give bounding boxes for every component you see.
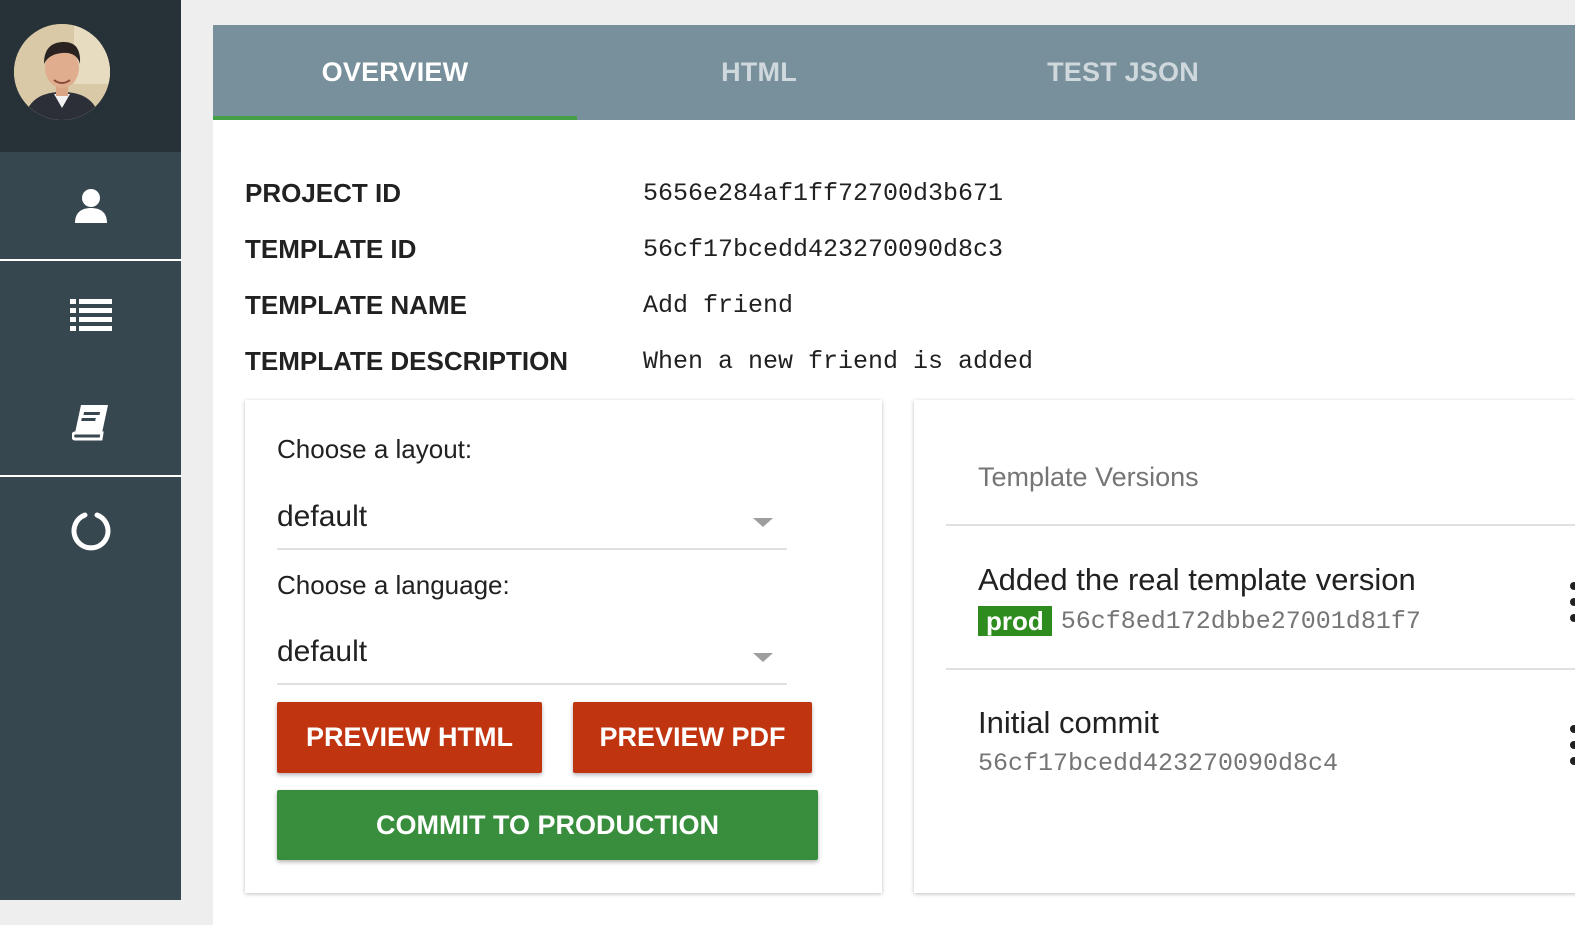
template-id-label: TEMPLATE ID <box>245 233 417 264</box>
preview-pdf-button[interactable]: PREVIEW PDF <box>573 702 812 773</box>
versions-panel: Template Versions Added the real templat… <box>914 400 1575 893</box>
template-description-value: When a new friend is added <box>643 346 1034 376</box>
template-name-value: Add friend <box>643 290 794 320</box>
tab-test-json[interactable]: TEST JSON <box>941 25 1305 120</box>
template-description-row: TEMPLATE DESCRIPTION When a new friend i… <box>245 333 1033 389</box>
versions-title: Template Versions <box>978 462 1199 492</box>
version-hash: 56cf17bcedd423270090d8c4 <box>978 749 1339 778</box>
version-meta: 56cf17bcedd423270090d8c4 <box>978 749 1338 778</box>
tab-html[interactable]: HTML <box>577 25 941 120</box>
sidebar <box>0 0 181 900</box>
chevron-down-icon <box>753 653 773 662</box>
template-description-label: TEMPLATE DESCRIPTION <box>245 345 569 376</box>
version-meta: prod 56cf8ed172dbbe27001d81f7 <box>978 606 1421 636</box>
more-vert-icon[interactable] <box>1564 725 1575 765</box>
version-title: Added the real template version <box>978 562 1416 597</box>
refresh-icon <box>71 512 110 550</box>
template-id-value: 56cf17bcedd423270090d8c3 <box>643 234 1004 264</box>
version-item[interactable]: Initial commit 56cf17bcedd423270090d8c4 <box>978 705 1338 778</box>
template-id-row: TEMPLATE ID 56cf17bcedd423270090d8c3 <box>245 221 1033 277</box>
version-title: Initial commit <box>978 705 1159 740</box>
chevron-down-icon <box>753 518 773 527</box>
tab-bar: OVERVIEW HTML TEST JSON <box>213 25 1575 120</box>
sidebar-item-list[interactable] <box>0 259 181 368</box>
project-id-value: 5656e284af1ff72700d3b671 <box>643 178 1004 208</box>
book-icon <box>71 404 108 440</box>
layout-select[interactable]: default <box>277 496 787 550</box>
template-name-label: TEMPLATE NAME <box>245 289 467 320</box>
avatar-photo <box>14 24 110 120</box>
tab-overview[interactable]: OVERVIEW <box>213 25 577 120</box>
version-hash: 56cf8ed172dbbe27001d81f7 <box>1060 606 1421 636</box>
layout-label: Choose a layout: <box>277 434 473 464</box>
avatar-area <box>0 0 181 152</box>
template-name-row: TEMPLATE NAME Add friend <box>245 277 1033 333</box>
version-item[interactable]: Added the real template version prod 56c… <box>978 562 1421 636</box>
project-id-row: PROJECT ID 5656e284af1ff72700d3b671 <box>245 165 1033 221</box>
user-icon <box>74 188 107 223</box>
divider <box>946 524 1575 526</box>
preview-panel: Choose a layout: default Choose a langua… <box>245 400 882 893</box>
language-select[interactable]: default <box>277 631 787 685</box>
language-label: Choose a language: <box>277 570 510 600</box>
project-id-label: PROJECT ID <box>245 177 402 208</box>
language-select-value: default <box>277 635 368 668</box>
sidebar-item-docs[interactable] <box>0 368 181 475</box>
avatar[interactable] <box>14 24 110 120</box>
sidebar-item-user[interactable] <box>0 152 181 259</box>
template-details: PROJECT ID 5656e284af1ff72700d3b671 TEMP… <box>245 165 1033 389</box>
preview-html-button[interactable]: PREVIEW HTML <box>277 702 542 773</box>
commit-to-production-button[interactable]: COMMIT TO PRODUCTION <box>277 790 818 860</box>
layout-select-value: default <box>277 500 368 533</box>
main-card: OVERVIEW HTML TEST JSON PROJECT ID 5656e… <box>213 25 1575 925</box>
more-vert-icon[interactable] <box>1564 582 1575 622</box>
prod-badge: prod <box>978 606 1052 636</box>
list-icon <box>69 298 112 331</box>
sidebar-item-sync[interactable] <box>0 475 181 584</box>
divider <box>946 668 1575 670</box>
